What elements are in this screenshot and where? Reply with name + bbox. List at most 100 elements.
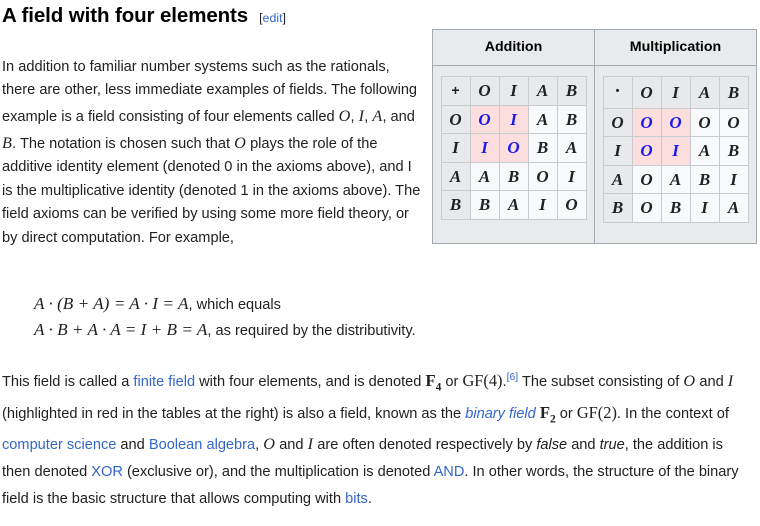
addition-table-row: BBAIO (440, 190, 587, 220)
multiplication-table-cell: I (660, 136, 691, 166)
addition-table-row-header-A: A (440, 161, 471, 192)
multiplication-table-cell: O (631, 136, 662, 166)
link-and[interactable]: AND (434, 464, 465, 480)
addition-table-col-header-I: I (498, 76, 529, 106)
intro-text-part-3: plays the role of the additive identity … (2, 135, 421, 247)
addition-table-row: OOIAB (440, 104, 587, 135)
multiplication-table-panel: Multiplication · O I A B O O O O O I O I A B A O A B I B O B I A (595, 30, 756, 243)
addition-table-col-header-B: B (556, 76, 587, 106)
multiplication-table-row: OOOOO (602, 107, 749, 138)
link-binary-field[interactable]: binary field (465, 406, 536, 422)
addition-table-header-row: + O I A B (440, 76, 587, 106)
multiplication-table-cell: O (631, 107, 662, 138)
outro-text-11: and (116, 436, 149, 453)
addition-table-row-header-O: O (440, 104, 471, 135)
multiplication-table-cell: I (689, 193, 720, 223)
addition-table-cell: B (527, 133, 558, 163)
multiplication-table-operator-cell: · (602, 76, 633, 109)
link-boolean-algebra[interactable]: Boolean algebra (149, 437, 255, 453)
page-title: A field with four elements (2, 4, 249, 27)
multiplication-table-cell: I (718, 164, 749, 195)
addition-table-cell: A (527, 104, 558, 135)
multiplication-table-cell: A (660, 164, 691, 195)
intro-comma-3: , and (382, 108, 415, 125)
addition-table-cell: I (527, 190, 558, 220)
multiplication-table-row: BOBIA (602, 193, 749, 223)
multiplication-table-row-header-O: O (602, 107, 633, 138)
multiplication-table-header-row: · O I A B (602, 76, 749, 109)
multiplication-table-col-header-O: O (631, 76, 662, 109)
section-heading: A field with four elements [edit] (2, 4, 286, 29)
edit-link-label[interactable]: edit (263, 11, 283, 25)
notation-GF2: GF(2) (576, 402, 617, 422)
link-finite-field[interactable]: finite field (133, 374, 195, 390)
multiplication-table-cell: O (631, 193, 662, 223)
notation-F2: F2 (539, 402, 556, 425)
outro-text-10: . In the context of (616, 405, 729, 422)
addition-table-cell: A (556, 133, 587, 163)
addition-table-cell: I (556, 161, 587, 192)
reference-link-6-label[interactable]: [6] (507, 372, 519, 383)
multiplication-table-row-header-A: A (602, 164, 633, 195)
addition-table-col-header-O: O (469, 76, 500, 106)
multiplication-table-col-header-B: B (718, 76, 749, 109)
multiplication-table-row: AOABI (602, 164, 749, 195)
emphasis-true: true (599, 436, 625, 453)
intro-text-part-2: . The notation is chosen such that (12, 135, 235, 152)
multiplication-table: · O I A B O O O O O I O I A B A O A B I B O B I A (602, 76, 749, 223)
math-equation-1-expression: A · (B + A) = A · I = A (34, 294, 189, 313)
addition-table-row: IIOBA (440, 133, 587, 163)
outro-text-9: or (555, 405, 577, 422)
math-equation-2-tail: , as required by the distributivity. (207, 323, 416, 340)
edit-bracket-close: ] (282, 11, 286, 25)
symbol-B: B (2, 133, 13, 152)
addition-table-panel: Addition + O I A B O O I A B I I O B A A A B O I B B A I O (433, 30, 595, 243)
intro-paragraph: In addition to familiar number systems s… (2, 56, 422, 251)
addition-table-operator-cell: + (440, 76, 471, 106)
symbol-O-2: O (234, 133, 247, 152)
link-xor[interactable]: XOR (91, 464, 123, 480)
addition-table: + O I A B O O I A B I I O B A A A B O I B B A I O (440, 76, 587, 220)
symbol-O-4: O (263, 434, 276, 453)
multiplication-table-col-header-A: A (689, 76, 720, 109)
addition-table-cell: O (527, 161, 558, 192)
addition-table-cell: B (556, 104, 587, 135)
outro-text-6: and (695, 373, 728, 390)
outro-paragraph: This field is called a finite field with… (2, 366, 754, 512)
multiplication-table-cell: A (718, 193, 749, 223)
addition-table-cell: B (469, 190, 500, 220)
symbol-O-3: O (683, 371, 696, 390)
multiplication-table-cell: O (660, 107, 691, 138)
addition-table-col-header-A: A (527, 76, 558, 106)
addition-table-cell: A (498, 190, 529, 220)
addition-table-row-header-I: I (440, 133, 471, 163)
notation-F4: F4 (425, 371, 441, 393)
addition-table-cell: A (469, 161, 500, 192)
link-bits[interactable]: bits (345, 491, 368, 507)
multiplication-table-row: IOIAB (602, 136, 749, 166)
addition-table-cell: B (498, 161, 529, 192)
multiplication-table-body: · O I A B O O O O O I O I A B A O A B I B O B I A (595, 66, 756, 243)
multiplication-table-cell: B (660, 193, 691, 223)
intro-comma-1: , (350, 108, 359, 125)
outro-text-15: and (567, 436, 600, 453)
addition-table-title: Addition (433, 30, 594, 67)
addition-table-cell: O (556, 190, 587, 220)
symbol-A: A (372, 106, 383, 125)
edit-section-link[interactable]: [edit] (259, 8, 286, 28)
outro-text-13: and (275, 436, 308, 453)
multiplication-table-cell: B (689, 164, 720, 195)
outro-text-14: are often denoted respectively by (313, 436, 537, 453)
link-computer-science[interactable]: computer science (2, 437, 116, 453)
multiplication-table-cell: O (718, 107, 749, 138)
addition-table-cell: I (498, 104, 529, 135)
notation-F2-letter: F (539, 402, 550, 422)
notation-GF4: GF(4) (462, 370, 503, 390)
outro-text-2: with four elements, and is denoted (195, 373, 426, 390)
multiplication-table-row-header-I: I (602, 136, 633, 166)
addition-table-row: AABOI (440, 161, 587, 192)
multiplication-table-cell: B (718, 136, 749, 166)
reference-link-6[interactable]: [6] (507, 372, 519, 383)
symbol-I-2: I (727, 371, 734, 390)
outro-text-3: or (441, 373, 463, 390)
